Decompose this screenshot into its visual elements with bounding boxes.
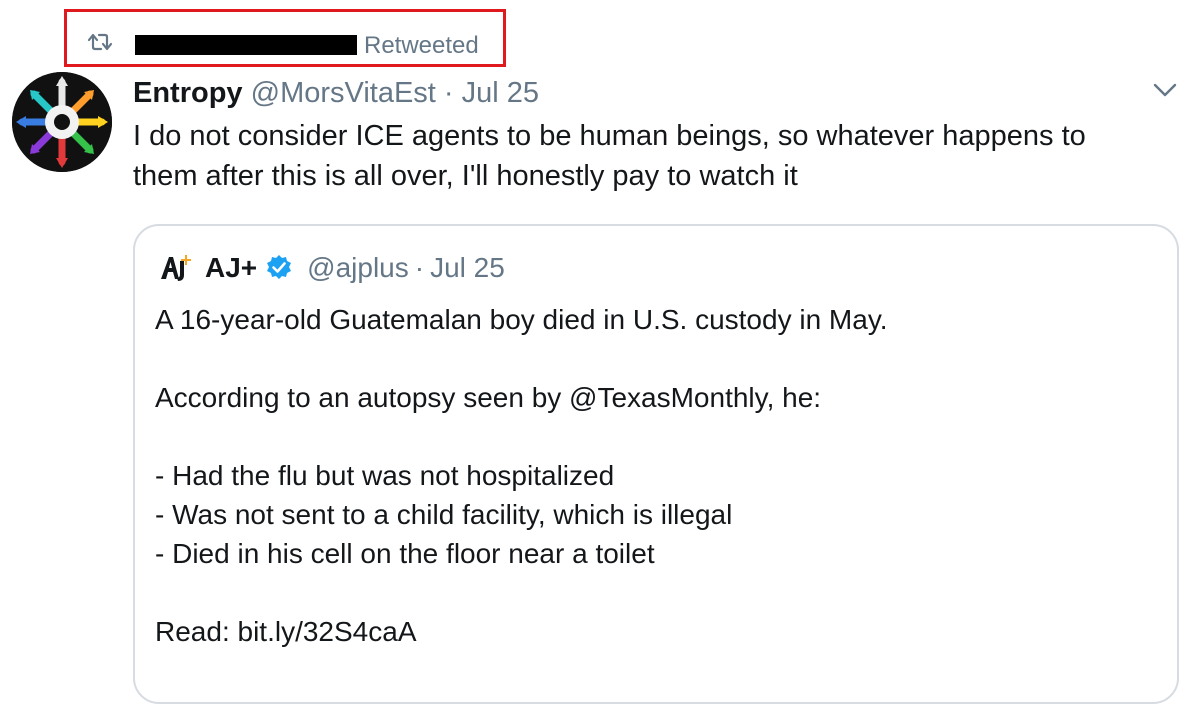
tweet-text-line: them after this is all over, I'll honest… — [133, 160, 798, 192]
author-name[interactable]: Entropy — [133, 77, 243, 109]
quoted-text-line: - Died in his cell on the floor near a t… — [155, 538, 655, 569]
retweet-context-highlight: Retweeted — [64, 9, 506, 67]
quoted-text-link[interactable]: Read: bit.ly/32S4caA — [155, 612, 1155, 651]
tweet-text-line: I do not consider ICE agents to be human… — [133, 120, 1086, 152]
quoted-author-handle[interactable]: @ajplus — [307, 252, 409, 284]
tweet-text: I do not consider ICE agents to be human… — [133, 116, 1153, 196]
quoted-text-line: According to an autopsy seen by @TexasMo… — [155, 382, 822, 413]
verified-badge-icon — [267, 255, 292, 279]
retweeted-label: Retweeted — [364, 32, 479, 59]
redacted-retweeter-name — [135, 35, 357, 55]
quoted-text-line: - Was not sent to a child facility, whic… — [155, 499, 733, 530]
aj-plus-logo-icon — [161, 255, 191, 281]
quoted-header-separator: · — [414, 252, 425, 283]
chevron-down-icon[interactable] — [1152, 80, 1178, 100]
quoted-tweet-header: AJ+ @ajplus · Jul 25 — [159, 250, 505, 286]
quoted-tweet-card[interactable]: AJ+ @ajplus · Jul 25 A 16-year-old Guate… — [133, 224, 1179, 704]
quoted-author-name[interactable]: AJ+ — [205, 252, 257, 284]
quoted-tweet-text: A 16-year-old Guatemalan boy died in U.S… — [155, 300, 1155, 651]
tweet-date[interactable]: Jul 25 — [462, 77, 539, 109]
retweet-icon — [87, 33, 113, 51]
quoted-tweet-date[interactable]: Jul 25 — [430, 252, 505, 284]
header-separator: · — [443, 77, 454, 109]
tweet-header: Entropy @MorsVitaEst · Jul 25 — [133, 75, 539, 111]
author-handle[interactable]: @MorsVitaEst — [251, 77, 436, 109]
avatar[interactable] — [12, 72, 112, 172]
quoted-text-line: A 16-year-old Guatemalan boy died in U.S… — [155, 304, 888, 335]
quoted-text-line: - Had the flu but was not hospitalized — [155, 460, 615, 491]
avatar-image — [12, 72, 112, 172]
